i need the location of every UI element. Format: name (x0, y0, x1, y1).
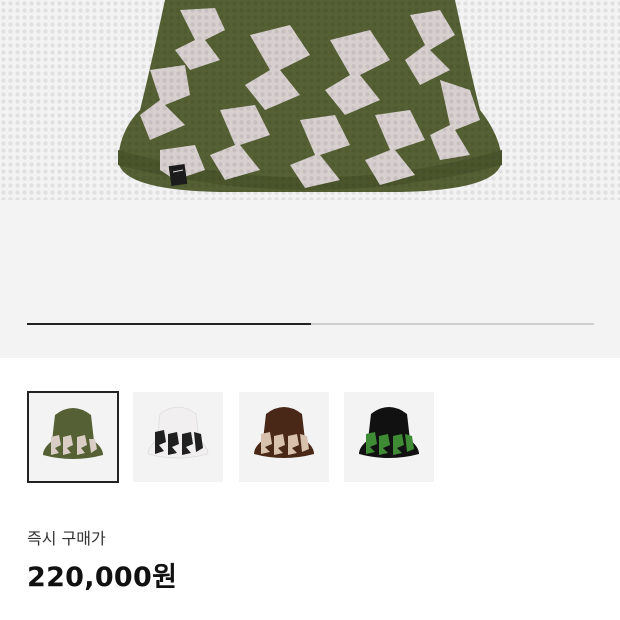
product-image-area[interactable] (0, 0, 620, 358)
thumbnail-brown[interactable] (239, 392, 329, 482)
hat-thumbnail-icon (147, 406, 209, 459)
hat-image (0, 0, 620, 200)
thumbnail-strip (27, 391, 447, 484)
instant-buy-price-label: 즉시 구매가 (27, 529, 106, 548)
instant-buy-price-value: 220,000원 (27, 562, 178, 593)
thumbnail-olive[interactable] (27, 391, 119, 483)
gallery-progress-fill (27, 323, 311, 325)
thumbnail-white[interactable] (133, 392, 223, 482)
hat-thumbnail-icon (359, 407, 419, 458)
hat-thumbnail-icon (43, 408, 103, 459)
hat-thumbnail-icon (254, 407, 314, 458)
gallery-progress-bar (27, 323, 594, 325)
thumbnail-green[interactable] (344, 392, 434, 482)
